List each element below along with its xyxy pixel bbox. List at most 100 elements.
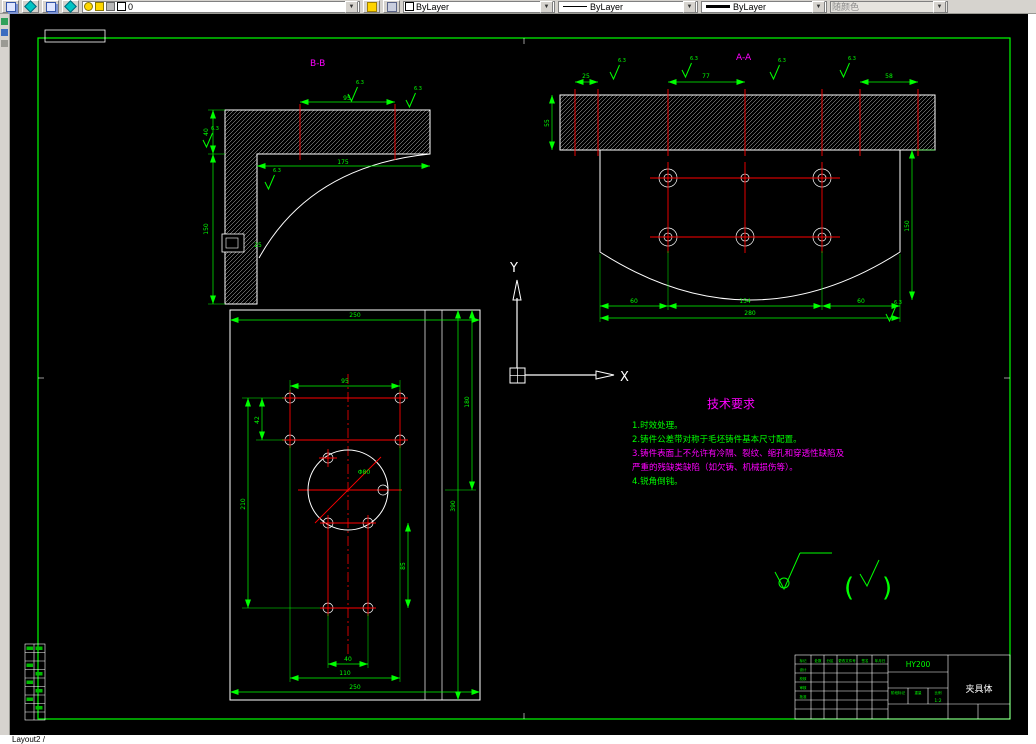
tech-requirement-line: 1.时效处理。 xyxy=(632,420,683,431)
revision-strip xyxy=(24,643,46,721)
surface-finish-value: 6.3 xyxy=(273,168,281,174)
linetype-sample-icon xyxy=(563,6,587,7)
dimension-label: 280 xyxy=(744,310,756,317)
paren-open: ( xyxy=(844,573,854,603)
tech-requirement-line: 4.锐角倒钝。 xyxy=(632,476,683,487)
surface-finish-value: 6.3 xyxy=(618,58,626,64)
title-block-label: 比例 xyxy=(935,690,943,695)
make-layer-current-button[interactable] xyxy=(363,0,380,13)
lineweight-dropdown-arrow[interactable]: ▼ xyxy=(812,0,825,13)
layer-properties-button[interactable] xyxy=(2,0,19,13)
hole-pattern xyxy=(282,390,408,616)
tech-requirements-title: 技术要求 xyxy=(707,397,755,411)
surface-finish-icon xyxy=(609,64,620,81)
dimension-label: 85 xyxy=(400,562,407,570)
global-surface-finish: ( ) xyxy=(774,552,892,603)
tech-requirement-line: 2.铸件公差带对称于毛坯铸件基本尺寸配置。 xyxy=(632,434,802,445)
title-block-label: 批准 xyxy=(800,694,808,699)
tech-requirement-line: 3.铸件表面上不允许有冷隔、裂纹、缩孔和穿透性缺陷及 xyxy=(632,448,845,459)
title-block-label: 设计 xyxy=(800,667,808,672)
lineweight-select[interactable]: ByLayer ▼ xyxy=(701,0,827,13)
dimension-label: 60 xyxy=(857,298,865,305)
color-value: ByLayer xyxy=(416,1,450,12)
linetype-select[interactable]: ByLayer ▼ xyxy=(558,0,698,13)
dimension-label: 95 xyxy=(341,378,349,385)
dimension-label: 40 xyxy=(203,128,210,136)
dimension-label: 60 xyxy=(630,298,638,305)
dimension-label: 180 xyxy=(464,396,471,408)
y-axis-label: Y xyxy=(509,261,518,276)
layers-icon xyxy=(5,1,16,12)
surface-finish-value: 6.3 xyxy=(211,126,219,132)
x-axis-label: X xyxy=(620,370,629,385)
drawing-canvas[interactable]: B-B 40 150 175 95 25 6.3 6.3 6.3 6.3 A-A xyxy=(10,14,1028,735)
lineweight-sample-icon xyxy=(706,5,730,8)
tool-icon-green[interactable] xyxy=(1,18,8,25)
layer-lock-icon xyxy=(106,2,115,11)
dimension-label: 55 xyxy=(544,119,551,127)
color-dropdown-arrow[interactable]: ▼ xyxy=(540,0,553,13)
top-toolbar: 0 ▼ ByLayer ▼ ByLayer ▼ ByLayer ▼ 随颜色 ▼ xyxy=(0,0,1036,14)
plan-view: 250 95 42 210 390 180 40 110 250 85 Φ80 xyxy=(229,309,481,701)
surface-finish-value: 6.3 xyxy=(778,58,786,64)
ucs-icon: Y X xyxy=(509,261,629,385)
dimension-label: 40 xyxy=(344,656,352,663)
layers-unisolate-icon xyxy=(64,0,77,13)
title-block-label: 年月日 xyxy=(875,658,886,663)
layer-color-swatch xyxy=(117,2,126,11)
dimension-label: 150 xyxy=(203,223,210,235)
section-a-label: A-A xyxy=(736,53,752,63)
layer-dropdown-arrow[interactable]: ▼ xyxy=(345,0,358,13)
dimension-label: Φ80 xyxy=(358,469,371,476)
title-block-label: 标记 xyxy=(800,658,808,663)
layer-name: 0 xyxy=(128,1,134,12)
surface-finish-value: 6.3 xyxy=(690,56,698,62)
dimension-label: 150 xyxy=(904,220,911,232)
surface-finish-icon xyxy=(681,62,692,79)
surface-finish-icon xyxy=(859,559,880,588)
tech-requirement-line: 严重的残缺类缺陷（如欠铸、机械损伤等）。 xyxy=(632,462,798,473)
tool-icon-gray[interactable] xyxy=(1,40,8,47)
scale-value: 1:2 xyxy=(934,698,941,704)
color-swatch xyxy=(405,2,414,11)
layout-tab[interactable]: Layout2 / xyxy=(12,735,45,744)
drawing-code: HY200 xyxy=(906,660,931,669)
layer-isolate-button[interactable] xyxy=(42,0,59,13)
cad-drawing: B-B 40 150 175 95 25 6.3 6.3 6.3 6.3 A-A xyxy=(24,29,1011,721)
layer-select[interactable]: 0 ▼ xyxy=(82,0,360,13)
layer-states-button[interactable] xyxy=(22,0,39,13)
lineweight-value: ByLayer xyxy=(733,1,767,12)
dimension-label: 77 xyxy=(702,73,710,80)
paper-corner-box xyxy=(44,29,106,43)
surface-finish-icon xyxy=(769,64,780,81)
layers-isolate-icon xyxy=(45,1,56,12)
dimension-label: 175 xyxy=(337,159,349,166)
color-select[interactable]: ByLayer ▼ xyxy=(403,0,555,13)
make-current-icon xyxy=(366,1,377,12)
hole-pattern xyxy=(650,162,840,253)
plotstyle-value: 随颜色 xyxy=(832,2,860,12)
layer-unisolate-button[interactable] xyxy=(62,0,79,13)
layer-freeze-icon xyxy=(95,2,104,11)
plotstyle-dropdown-arrow: ▼ xyxy=(933,0,946,13)
linetype-dropdown-arrow[interactable]: ▼ xyxy=(683,0,696,13)
surface-finish-icon xyxy=(885,306,896,323)
dimension-label: 58 xyxy=(885,73,893,80)
dimension-label: 25 xyxy=(254,242,262,249)
section-view-a-a: A-A 6.3 6.3 6.3 6.3 25 77 58 55 60 154 6… xyxy=(544,53,936,323)
section-b-label: B-B xyxy=(310,59,325,69)
surface-finish-value: 6.3 xyxy=(848,56,856,62)
surface-finish-value: 6.3 xyxy=(894,300,902,306)
layer-previous-button[interactable] xyxy=(383,0,400,13)
dimension-label: 110 xyxy=(339,670,351,677)
left-toolbar xyxy=(0,14,10,735)
tool-icon-blue[interactable] xyxy=(1,29,8,36)
surface-finish-icon xyxy=(264,174,275,191)
plotstyle-select: 随颜色 ▼ xyxy=(830,0,948,13)
surface-finish-icon xyxy=(405,92,416,109)
dimension-label: 154 xyxy=(739,298,751,305)
linetype-value: ByLayer xyxy=(590,1,624,12)
title-block-label: 校核 xyxy=(800,676,808,681)
title-block-label: 签名 xyxy=(862,658,869,663)
surface-finish-value: 6.3 xyxy=(356,80,364,86)
